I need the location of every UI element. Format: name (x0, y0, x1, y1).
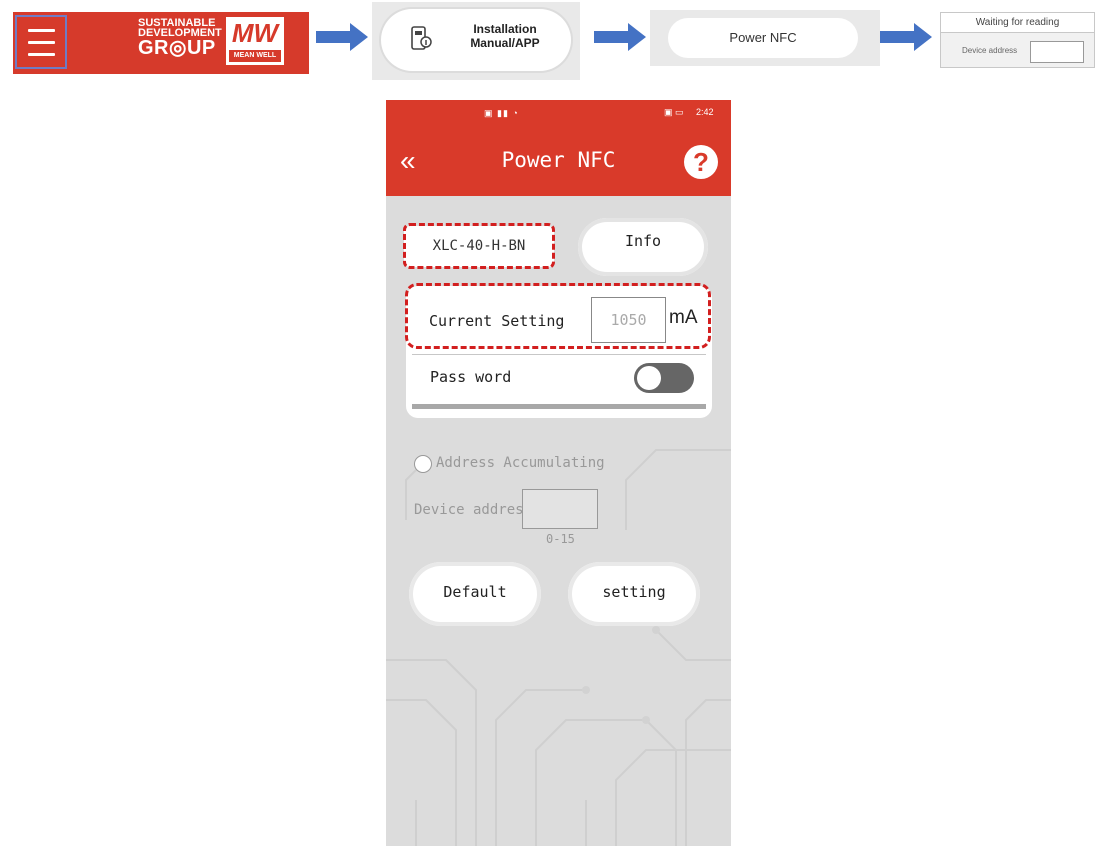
installation-label-line1: Installation (473, 22, 537, 36)
address-accumulating-label: Address Accumulating (436, 455, 605, 471)
device-address-input[interactable] (522, 489, 598, 529)
step-power-nfc: Power NFC (650, 10, 880, 66)
brand-line-3: GR◎UP (138, 37, 216, 59)
device-address-range: 0-15 (546, 532, 575, 546)
power-nfc-label: Power NFC (729, 30, 797, 45)
card-divider (412, 354, 706, 355)
info-label: Info (624, 232, 662, 250)
flow-arrow-2 (594, 23, 646, 51)
question-icon[interactable]: ? (684, 145, 718, 179)
installation-label-line2: Manual/APP (470, 36, 540, 50)
password-label: Pass word (430, 368, 512, 386)
signal-icon: ▣ ▮▮ ◔ (484, 108, 519, 118)
password-toggle[interactable] (634, 363, 694, 393)
info-button[interactable]: Info (578, 218, 708, 276)
status-time: 2:42 (696, 107, 714, 117)
menu-icon (28, 29, 55, 32)
menu-icon-bar (28, 53, 55, 56)
logo-mark: MW (231, 18, 279, 48)
toggle-knob (637, 366, 661, 390)
logo-name: MEAN WELL (229, 50, 281, 62)
installation-manual-label: Installation Manual/APP (450, 22, 560, 50)
setting-label: setting (602, 583, 666, 601)
device-address-input[interactable] (1030, 41, 1084, 63)
flow-arrow-1 (316, 23, 368, 51)
phone-manual-icon (411, 26, 432, 50)
page-title: Power NFC (501, 148, 616, 172)
flow-arrow-3 (880, 23, 932, 51)
waiting-status: Waiting for reading (941, 13, 1094, 33)
setting-button[interactable]: setting (568, 562, 700, 626)
address-accumulating-radio[interactable] (414, 455, 432, 473)
card-bottom-bar (412, 404, 706, 409)
default-label: Default (443, 583, 507, 601)
mean-well-logo: MW MEAN WELL (226, 17, 284, 65)
model-highlight (403, 223, 555, 269)
circuit-background (386, 449, 731, 846)
step-waiting-for-reading: Waiting for reading Device address (940, 12, 1095, 68)
status-bar: ▣ ▮▮ ◔ ▣ ▭ 2:42 (386, 100, 731, 128)
step-installation-manual: Installation Manual/APP (372, 2, 580, 80)
default-button[interactable]: Default (409, 562, 541, 626)
installation-manual-button[interactable]: Installation Manual/APP (384, 12, 568, 68)
current-setting-highlight (405, 283, 711, 349)
phone-screen: ▣ ▮▮ ◔ ▣ ▭ 2:42 « Power NFC ? XLC-40-H-B… (386, 100, 731, 846)
device-address-label: Device address (414, 502, 533, 518)
battery-icon: ▣ ▭ (664, 107, 684, 117)
sdg-brand-text: SUSTAINABLE DEVELOPMENT GR◎UP (138, 18, 222, 59)
menu-icon-bar (28, 41, 55, 44)
app-title-bar: « Power NFC ? (386, 128, 731, 196)
mean-well-banner: SUSTAINABLE DEVELOPMENT GR◎UP MW MEAN WE… (13, 12, 309, 74)
device-address-label: Device address (962, 46, 1018, 55)
menu-button[interactable] (15, 15, 67, 69)
power-nfc-button[interactable]: Power NFC (668, 18, 858, 58)
info-button-inner: Info (587, 226, 699, 268)
